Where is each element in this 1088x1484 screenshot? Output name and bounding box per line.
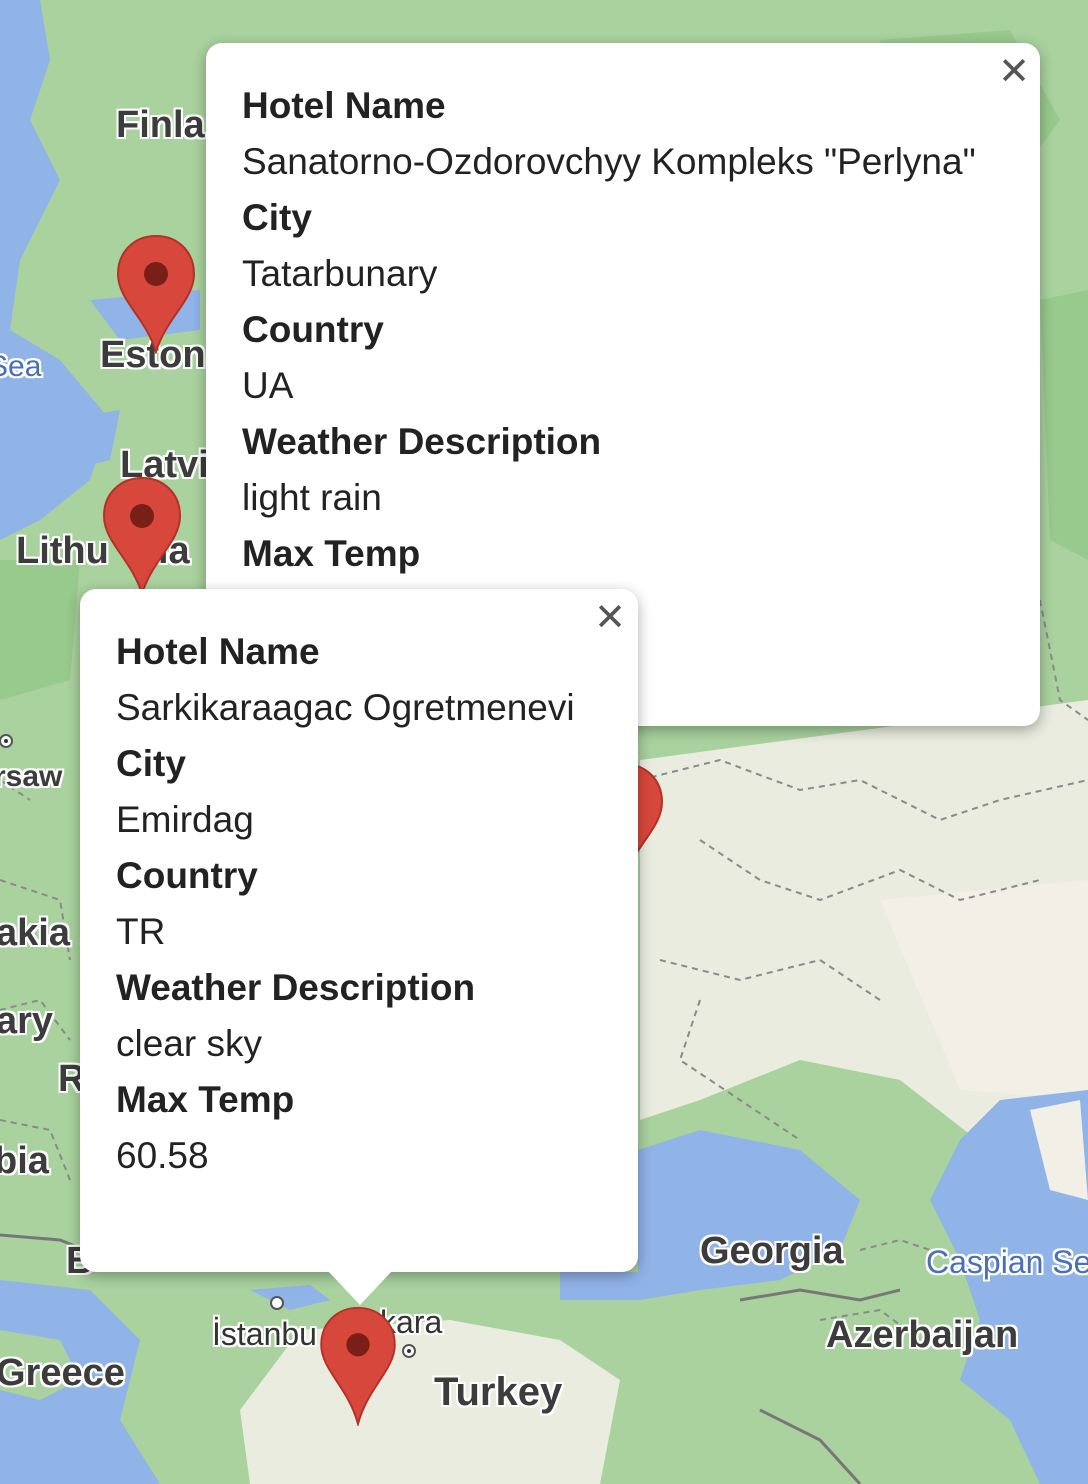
label-caspian: Caspian Se <box>926 1244 1088 1280</box>
close-icon[interactable]: ✕ <box>590 597 630 637</box>
field-label-country: Country <box>242 309 384 350</box>
close-icon[interactable]: ✕ <box>994 51 1034 91</box>
istanbul-dot <box>270 1296 284 1310</box>
field-value-max-temp: 60.58 <box>116 1135 209 1176</box>
info-window-tail <box>328 1271 392 1305</box>
map-marker-turkey[interactable] <box>318 1306 398 1426</box>
label-azerbaijan: Azerbaijan <box>826 1314 1019 1356</box>
map-marker-estonia[interactable] <box>116 234 196 354</box>
field-value-hotel-name: Sarkikaraagac Ogretmenevi <box>116 687 575 728</box>
field-value-weather: clear sky <box>116 1023 262 1064</box>
field-label-hotel-name: Hotel Name <box>116 631 320 672</box>
label-lithuania: Lithu <box>16 530 109 572</box>
label-sea: Sea <box>0 350 42 383</box>
label-georgia: Georgia <box>700 1230 844 1272</box>
field-value-country: UA <box>242 365 294 406</box>
field-value-hotel-name: Sanatorno-Ozdorovchyy Kompleks "Perlyna" <box>242 141 976 182</box>
label-serbia: bia <box>0 1140 49 1182</box>
label-finland: Finla <box>116 104 205 146</box>
label-turkey: Turkey <box>434 1370 563 1414</box>
field-label-city: City <box>116 743 186 784</box>
map-marker-lithuania[interactable] <box>102 476 182 596</box>
info-window-content: Hotel Name Sanatorno-Ozdorovchyy Komplek… <box>242 78 976 582</box>
field-label-weather: Weather Description <box>116 967 476 1008</box>
label-hungary: ary <box>0 1000 54 1042</box>
info-window-content: Hotel Name Sarkikaraagac Ogretmenevi Cit… <box>116 624 575 1184</box>
info-window-hotel-turkey: ✕ Hotel Name Sarkikaraagac Ogretmenevi C… <box>80 589 638 1305</box>
label-warsaw: rsaw <box>0 760 63 793</box>
field-label-max-temp: Max Temp <box>242 533 421 574</box>
label-greece: Greece <box>0 1352 125 1394</box>
field-value-weather: light rain <box>242 477 382 518</box>
label-istanbul: İstanbu <box>212 1316 317 1352</box>
field-value-country: TR <box>116 911 166 952</box>
field-label-max-temp: Max Temp <box>116 1079 295 1120</box>
ankara-dot <box>402 1344 416 1358</box>
field-label-country: Country <box>116 855 258 896</box>
field-label-city: City <box>242 197 312 238</box>
field-label-hotel-name: Hotel Name <box>242 85 446 126</box>
label-slovakia: akia <box>0 912 70 954</box>
field-value-city: Emirdag <box>116 799 254 840</box>
field-value-city: Tatarbunary <box>242 253 438 294</box>
field-label-weather: Weather Description <box>242 421 602 462</box>
